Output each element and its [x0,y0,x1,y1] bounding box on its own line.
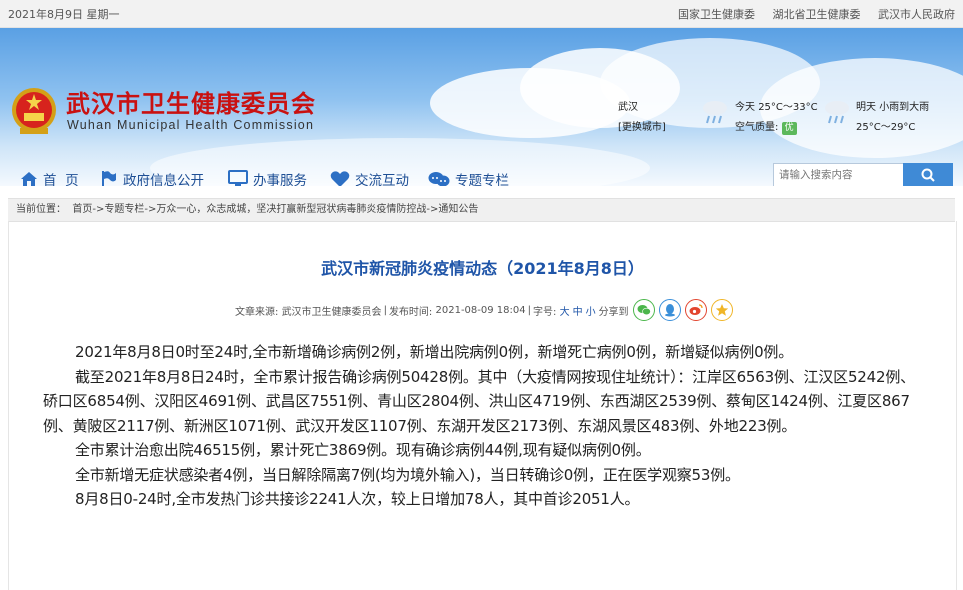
share-label: 分享到 [598,306,629,318]
rain-cloud-icon [703,101,727,124]
tomorrow-desc: 小雨到大雨 [879,102,930,113]
font-size-large[interactable]: 大 [560,303,570,318]
meta-separator: | [383,304,387,316]
flag-icon [102,171,116,186]
today-temp: 25°C～33°C [758,102,818,113]
meta-separator: | [527,304,531,316]
aqi-badge: 优 [781,122,797,135]
breadcrumb: 当前位置： 首页->专题专栏->万众一心，众志成城，坚决打赢新型冠状病毒肺炎疫情… [8,198,955,222]
font-size-label: 字号: [533,306,557,318]
search-box [773,163,953,186]
nav-label: 政府信息公开 [123,173,204,186]
article-container: 武汉市新冠肺炎疫情动态（2021年8月8日） 文章来源: 武汉市卫生健康委员会 … [8,221,957,590]
nav-label: 办事服务 [253,173,307,186]
weather-city: 武汉 [更换城市] [618,98,666,138]
nav-label: 首 页 [43,173,79,186]
site-subtitle: Wuhan Municipal Health Commission [67,118,315,132]
article-title: 武汉市新冠肺炎疫情动态（2021年8月8日） [321,259,644,278]
breadcrumb-text[interactable]: 当前位置： 首页->专题专栏->万众一心，众志成城，坚决打赢新型冠状病毒肺炎疫情… [16,204,478,215]
article-paragraph: 全市新增无症状感染者4例，当日解除隔离7例(均为境外输入)，当日转确诊0例，正在… [75,465,740,484]
time-label: 发布时间: [388,306,433,318]
qzone-icon[interactable] [710,299,733,321]
nav-item-services[interactable]: 办事服务 [228,169,307,186]
weibo-icon[interactable] [684,299,707,321]
link-national-health-commission[interactable]: 国家卫生健康委 [678,8,755,21]
current-date: 2021年8月9日 星期一 [8,8,120,21]
tomorrow-label: 明天 [856,102,876,113]
nav-label: 交流互动 [355,173,409,186]
article-paragraph: 8月8日0-24时,全市发热门诊共接诊2241人次，较上日增加78人，其中首诊2… [75,490,640,508]
monitor-icon [228,170,248,186]
article-body: 2021年8月8日0时至24时,全市新增确诊病例2例，新增出院病例0例，新增死亡… [43,340,923,512]
top-bar: 2021年8月9日 星期一 国家卫生健康委 湖北省卫生健康委 武汉市人民政府 [0,0,963,28]
article-paragraph: 全市累计治愈出院46515例，累计死亡3869例。现有确诊病例44例,现有疑似病… [75,441,651,459]
publish-time: 2021-08-09 18:04 [435,304,526,316]
font-size-small[interactable]: 小 [586,303,596,318]
font-size-medium[interactable]: 中 [573,303,583,318]
nav-item-gov-info[interactable]: 政府信息公开 [100,169,204,186]
site-title: 武汉市卫生健康委员会 [66,89,316,118]
search-icon [921,168,935,182]
nav-label: 专题专栏 [455,173,509,186]
weather-tomorrow: 明天 小雨到大雨 25°C～29°C [856,98,929,138]
article-source: 武汉市卫生健康委员会 [281,306,382,318]
chat-icon [428,172,450,186]
link-wuhan-government[interactable]: 武汉市人民政府 [878,8,955,21]
qq-icon[interactable] [658,299,681,321]
national-emblem-icon [12,88,56,134]
tomorrow-temp: 25°C～29°C [856,122,916,133]
home-icon [21,172,37,186]
top-links: 国家卫生健康委 湖北省卫生健康委 武汉市人民政府 [664,6,955,22]
article-paragraph: 截至2021年8月8日24时，全市累计报告确诊病例50428例。其中（大疫情网按… [43,367,915,435]
search-button[interactable] [903,163,953,186]
aqi-label: 空气质量: [735,122,779,133]
heart-icon [330,171,350,186]
city-name: 武汉 [618,102,638,113]
article-meta: 文章来源: 武汉市卫生健康委员会 | 发布时间: 2021-08-09 18:0… [235,299,733,321]
link-hubei-health-commission[interactable]: 湖北省卫生健康委 [773,8,861,21]
rain-cloud-icon [825,101,849,124]
wechat-icon[interactable] [632,299,655,321]
today-label: 今天 [735,102,755,113]
nav-item-interaction[interactable]: 交流互动 [330,169,409,186]
article-paragraph: 2021年8月8日0时至24时,全市新增确诊病例2例，新增出院病例0例，新增死亡… [75,343,794,361]
search-input[interactable] [773,163,906,186]
change-city-link[interactable]: [更换城市] [618,118,666,138]
nav-item-special-topics[interactable]: 专题专栏 [428,169,509,186]
nav-item-home[interactable]: 首 页 [20,169,79,186]
weather-today: 今天 25°C～33°C 空气质量: 优 [735,98,818,138]
site-header: 武汉市卫生健康委员会 Wuhan Municipal Health Commis… [0,28,963,186]
source-label: 文章来源: [235,306,279,318]
